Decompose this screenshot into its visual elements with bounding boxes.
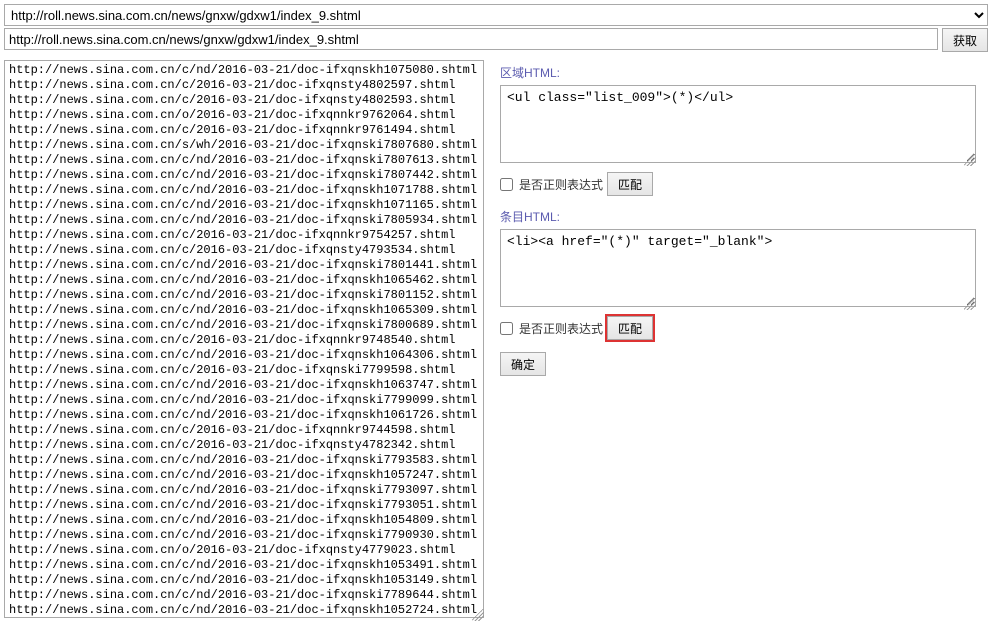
- url-dropdown[interactable]: http://roll.news.sina.com.cn/news/gnxw/g…: [4, 4, 988, 26]
- url-select-field[interactable]: http://roll.news.sina.com.cn/news/gnxw/g…: [4, 4, 988, 26]
- entry-match-button[interactable]: 匹配: [607, 316, 653, 340]
- region-html-label: 区域HTML:: [500, 64, 976, 81]
- region-match-button[interactable]: 匹配: [607, 172, 653, 196]
- entry-regex-label: 是否正则表达式: [519, 320, 603, 337]
- url-list-textarea[interactable]: [4, 60, 484, 618]
- fetch-button[interactable]: 获取: [942, 28, 988, 52]
- entry-html-textarea[interactable]: [500, 229, 976, 307]
- region-regex-label: 是否正则表达式: [519, 176, 603, 193]
- entry-regex-checkbox[interactable]: [500, 322, 513, 335]
- url-input[interactable]: [4, 28, 938, 50]
- confirm-button[interactable]: 确定: [500, 352, 546, 376]
- entry-html-label: 条目HTML:: [500, 208, 976, 225]
- region-regex-checkbox[interactable]: [500, 178, 513, 191]
- region-html-textarea[interactable]: [500, 85, 976, 163]
